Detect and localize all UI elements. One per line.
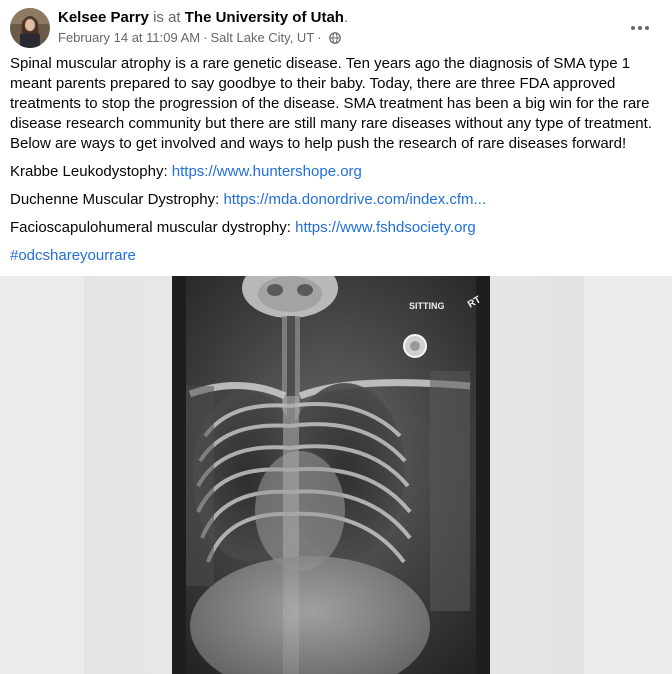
- more-options-icon[interactable]: [626, 14, 654, 42]
- post-text: Spinal muscular atrophy is a rare geneti…: [10, 55, 652, 152]
- author-name[interactable]: Kelsee Parry: [58, 9, 149, 26]
- place-suffix: .: [343, 9, 349, 26]
- resource-fshd: Facioscapulohumeral muscular dystrophy: …: [10, 218, 662, 238]
- avatar[interactable]: [10, 8, 50, 48]
- hashtag-link[interactable]: #odcshareyourrare: [10, 247, 136, 264]
- globe-icon[interactable]: [328, 32, 341, 44]
- resource-link-krabbe[interactable]: https://www.huntershope.org: [172, 163, 362, 180]
- checkin-connector: is at: [153, 9, 181, 26]
- place-name[interactable]: The University of Utah: [185, 9, 344, 26]
- xray-image: SITTING RT: [0, 276, 672, 674]
- location: Salt Lake City, UT: [210, 30, 315, 45]
- meta-separator: ·: [203, 30, 208, 45]
- author-line: Kelsee Parry is at The University of Uta…: [58, 9, 348, 27]
- resource-label: Duchenne Muscular Dystrophy:: [10, 191, 224, 208]
- resource-link-fshd[interactable]: https://www.fshdsociety.org: [295, 219, 476, 236]
- resource-krabbe: Krabbe Leukodystophy: https://www.hunter…: [10, 162, 662, 182]
- resource-label: Krabbe Leukodystophy:: [10, 163, 172, 180]
- resource-label: Facioscapulohumeral muscular dystrophy:: [10, 219, 296, 236]
- resource-link-duchenne[interactable]: https://mda.donordrive.com/index.cfm...: [223, 191, 486, 208]
- post-header: Kelsee Parry is at The University of Uta…: [0, 0, 672, 52]
- post-body: Spinal muscular atrophy is a rare geneti…: [10, 54, 662, 274]
- sitting-label: SITTING: [409, 301, 445, 311]
- post-image[interactable]: SITTING RT: [0, 276, 672, 674]
- hashtag-line: #odcshareyourrare: [10, 246, 662, 266]
- meta-separator-2: ·: [317, 30, 322, 45]
- timestamp[interactable]: February 14 at 11:09 AM: [58, 30, 200, 46]
- resource-duchenne: Duchenne Muscular Dystrophy: https://mda…: [10, 190, 662, 210]
- post-meta: February 14 at 11:09 AM · Salt Lake City…: [58, 30, 341, 46]
- facebook-post: Kelsee Parry is at The University of Uta…: [0, 0, 672, 674]
